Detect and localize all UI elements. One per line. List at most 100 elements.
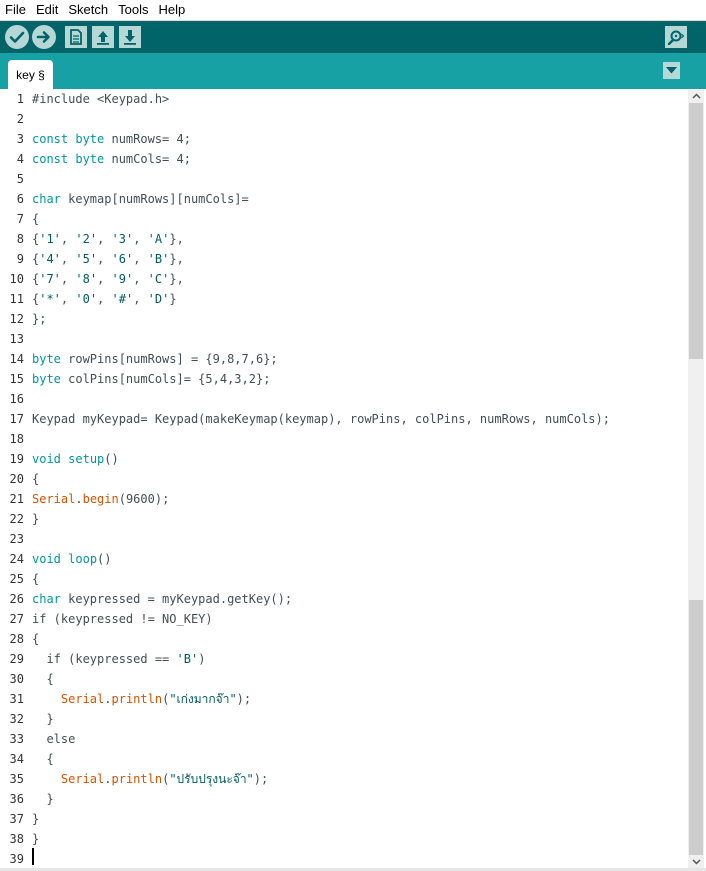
code-token: void — [32, 452, 61, 466]
line-number: 9 — [16, 252, 24, 266]
line-number: 15 — [9, 372, 24, 386]
code-line: }; — [32, 309, 46, 329]
code-line: } — [32, 809, 39, 829]
code-token: { — [32, 632, 40, 646]
line-number: 8 — [16, 232, 24, 246]
magnifier-icon — [667, 30, 685, 45]
save-button[interactable] — [119, 26, 141, 48]
code-token: } — [32, 792, 54, 806]
code-area[interactable]: #include <Keypad.h> const byte numRows= 4… — [32, 89, 687, 871]
menu-file[interactable]: File — [0, 0, 31, 20]
code-line: else — [32, 729, 75, 749]
code-token: '7' — [39, 272, 61, 286]
code-line: Serial.begin(9600); — [32, 489, 169, 509]
line-number: 19 — [9, 452, 24, 466]
code-token: { — [32, 472, 40, 486]
code-token: '5' — [75, 252, 98, 266]
line-number: 38 — [9, 832, 24, 846]
code-token: { — [32, 212, 40, 226]
code-token: '9' — [111, 272, 134, 286]
code-token: , — [97, 272, 112, 286]
code-line: } — [32, 829, 39, 849]
line-number: 21 — [9, 492, 24, 506]
code-line: } — [32, 709, 53, 729]
code-token: }, — [169, 232, 184, 246]
scrollbar-thumb-lower[interactable] — [689, 600, 703, 855]
code-token: } — [169, 292, 177, 306]
code-token: const byte — [32, 132, 105, 146]
code-line: { — [32, 469, 39, 489]
line-number: 26 — [9, 592, 24, 606]
code-line: Serial.println("เก่งมากจ๊า"); — [32, 689, 251, 709]
code-token: . — [104, 772, 112, 786]
upload-button[interactable] — [32, 25, 56, 49]
menu-tools[interactable]: Tools — [113, 0, 153, 20]
line-number: 36 — [9, 792, 24, 806]
vertical-scrollbar[interactable] — [688, 89, 704, 871]
line-number: 29 — [9, 652, 24, 666]
new-button[interactable] — [65, 26, 87, 48]
scroll-down-button[interactable] — [688, 855, 704, 869]
code-token: 'B' — [147, 252, 170, 266]
code-line: byte rowPins[numRows] = {9,8,7,6}; — [32, 349, 278, 369]
code-token: 'A' — [147, 232, 170, 246]
line-number: 1 — [16, 92, 24, 106]
code-line: {'1', '2', '3', 'A'}, — [32, 229, 184, 249]
code-line: Keypad myKeypad= Keypad(makeKeymap(keyma… — [32, 409, 610, 429]
code-editor[interactable]: 1 2 3 4 5 6 7 8 9 10 11 12 13 14 15 16 17 18 19 20 21 22 23 24 2… — [0, 89, 706, 871]
code-token: }; — [32, 312, 47, 326]
code-token: void — [32, 552, 61, 566]
line-number: 4 — [16, 152, 24, 166]
verify-button[interactable] — [5, 25, 29, 49]
line-number: 28 — [9, 632, 24, 646]
chevron-down-icon — [666, 67, 677, 74]
tab-key[interactable]: key § — [8, 60, 53, 89]
code-token: () — [97, 552, 112, 566]
tab-menu-button[interactable] — [663, 62, 680, 79]
serial-monitor-button[interactable] — [665, 26, 687, 48]
scroll-up-button[interactable] — [688, 89, 704, 103]
code-token: } — [32, 512, 40, 526]
code-token: . — [75, 492, 83, 506]
code-line: if (keypressed == 'B') — [32, 649, 205, 669]
line-number: 16 — [9, 392, 24, 406]
code-line: { — [32, 669, 53, 689]
code-line: void loop() — [32, 549, 112, 569]
code-token: , — [133, 252, 148, 266]
code-token: numCols= 4; — [104, 152, 191, 166]
menu-bar: File Edit Sketch Tools Help — [0, 0, 706, 21]
scroll-up-arrow-icon — [691, 93, 701, 99]
code-token: '#' — [111, 292, 134, 306]
code-token: byte — [32, 352, 61, 366]
line-number: 18 — [9, 432, 24, 446]
line-number: 17 — [9, 412, 24, 426]
code-token: keymap[numRows][numCols]= — [60, 192, 249, 206]
line-number: 10 — [9, 272, 24, 286]
code-token: , — [60, 232, 76, 246]
line-number: 27 — [9, 612, 24, 626]
code-line: } — [32, 789, 54, 809]
menu-sketch[interactable]: Sketch — [63, 0, 113, 20]
line-number: 33 — [9, 732, 24, 746]
line-number: 22 — [9, 512, 24, 526]
line-number: 3 — [16, 132, 24, 146]
code-token: numRows= 4; — [104, 132, 191, 146]
line-number: 39 — [9, 852, 24, 866]
code-token: () — [104, 452, 119, 466]
line-number: 31 — [9, 692, 24, 706]
code-line: { — [32, 749, 53, 769]
code-line: } — [32, 509, 39, 529]
scroll-down-arrow-icon — [691, 859, 701, 865]
code-token: ); — [253, 772, 269, 786]
menu-edit[interactable]: Edit — [31, 0, 63, 20]
code-token: , — [133, 272, 148, 286]
line-number: 37 — [9, 812, 24, 826]
code-line: const byte numCols= 4; — [32, 149, 191, 169]
code-token: char — [32, 592, 61, 606]
line-number: 2 — [16, 112, 24, 126]
line-number: 11 — [9, 292, 24, 306]
line-number: 20 — [9, 472, 24, 486]
scrollbar-thumb-upper[interactable] — [689, 103, 703, 359]
menu-help[interactable]: Help — [153, 0, 190, 20]
open-button[interactable] — [92, 26, 114, 48]
